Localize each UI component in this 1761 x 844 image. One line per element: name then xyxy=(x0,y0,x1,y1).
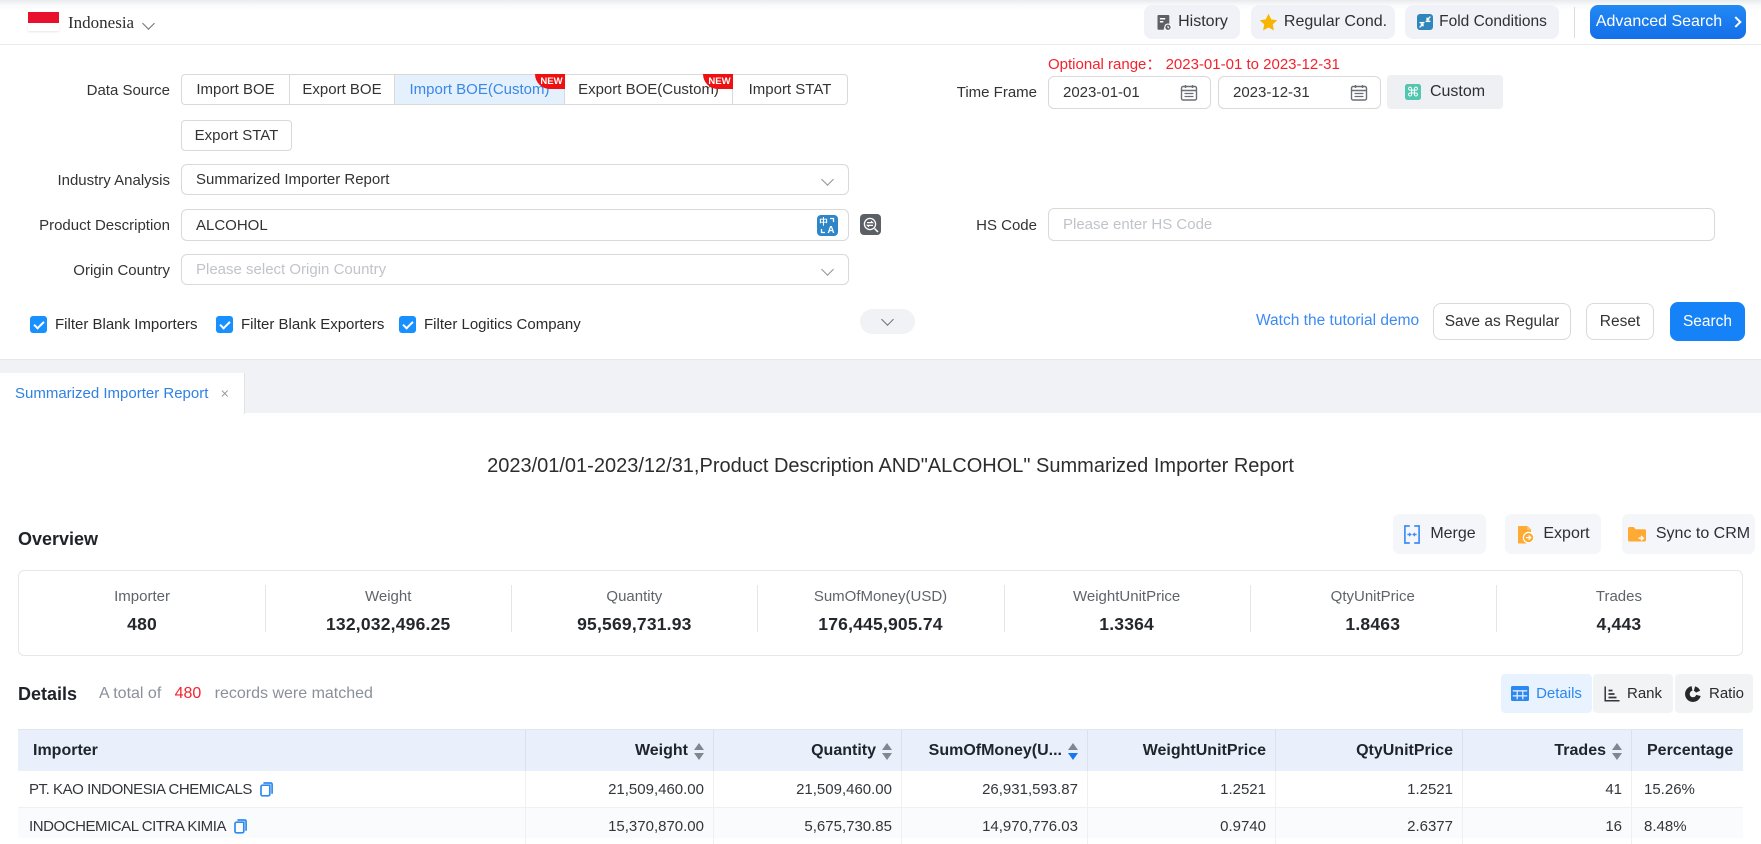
svg-text:⌘: ⌘ xyxy=(1406,85,1419,100)
svg-text:A: A xyxy=(827,225,834,236)
